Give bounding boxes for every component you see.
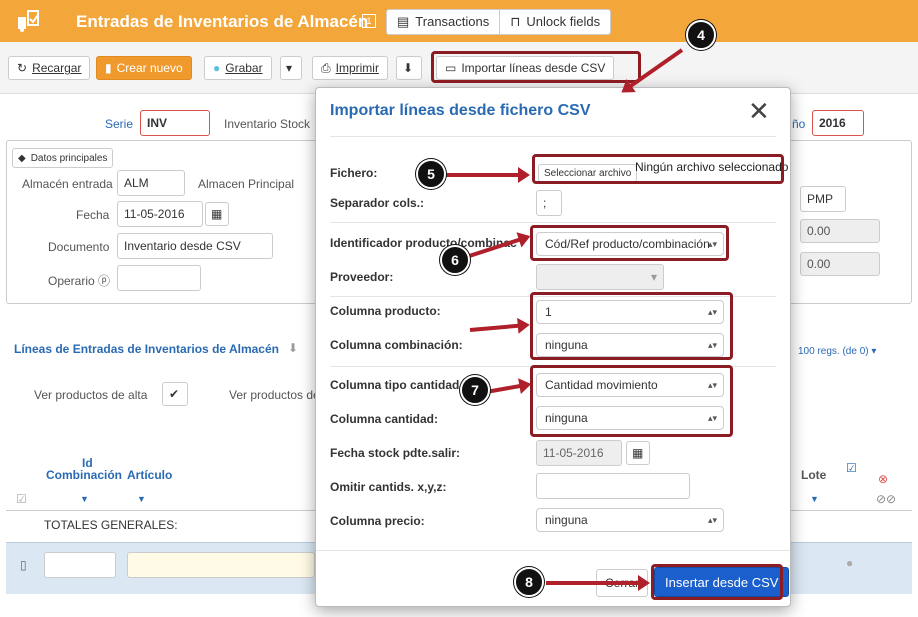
serie-select[interactable]: INV [140,110,210,136]
operario-select[interactable] [117,265,201,291]
highlight-insertar [651,564,783,600]
col-lote: Lote [801,468,827,482]
almacen-name: Almacen Principal [198,177,295,191]
proveedor-select[interactable]: ▾ [536,264,664,290]
columna-tipo-label: Columna tipo cantidad: [330,378,464,392]
pmp-select[interactable]: PMP [800,186,846,212]
omitir-field[interactable] [536,473,690,499]
close-icon[interactable]: ✕ [748,96,770,127]
header-tabs: ▤ Transactions ⊓ Unlock fields [386,9,612,35]
print-icon: ⎙ [321,60,331,75]
step-badge-8: 8 [514,567,544,597]
omitir-label: Omitir cantids. x,y,z: [330,480,447,494]
save-icon: ● [213,61,221,75]
delete-icon[interactable]: ⊗ [878,472,888,486]
save-dropdown-button[interactable]: ▾ [280,56,302,80]
step-badge-7: 7 [460,375,490,405]
operario-label: Operario ⓟ [48,274,111,288]
columna-producto-label: Columna producto: [330,304,441,318]
new-button[interactable]: ▮ Crear nuevo [96,56,192,80]
add-row-icon[interactable]: ● [846,556,853,570]
fecha-stock-label: Fecha stock pdte.salir: [330,446,461,460]
col-combinacion[interactable]: Combinación [46,468,122,482]
new-comb-select[interactable] [44,552,116,578]
sort-lote-icon[interactable]: ▼ [810,494,819,504]
highlight-quantity [530,365,733,437]
lines-toggle-icon[interactable]: ⬇ [288,341,298,355]
select-all-checkbox[interactable]: ☑ [846,461,857,475]
arrow-5 [444,167,530,183]
regs-selector[interactable]: 100 regs. (de 0) ▾ [798,346,876,357]
ver-de-label: Ver productos de [229,388,320,402]
separador-label: Separador cols.: [330,196,425,210]
title-badge[interactable]: 1 [362,14,376,28]
print-button[interactable]: ⎙ Imprimir [312,56,388,80]
fecha-stock-field[interactable]: 11-05-2016 [536,440,622,466]
tab-unlock-fields[interactable]: ⊓ Unlock fields [499,10,610,34]
help-icon: ⓟ [98,274,111,288]
col-articulo[interactable]: Artículo [127,468,172,482]
check-icon: ✔ [169,387,180,401]
datos-principales-button[interactable]: ◆ Datos principales [12,148,114,168]
precio-label: Columna precio: [330,514,425,528]
step-badge-5: 5 [416,159,446,189]
dialog-title: Importar líneas desde fichero CSV [330,102,591,119]
chevron-down-icon: ▾ [286,61,293,75]
ver-alta-label: Ver productos de alta [34,388,148,402]
new-doc-icon: ▯ [20,558,27,572]
new-articulo-select[interactable] [127,552,315,578]
highlight-import-button [431,51,641,83]
columna-cantidad-label: Columna cantidad: [330,412,439,426]
columna-combinacion-label: Columna combinación: [330,338,463,352]
highlight-file [532,154,784,184]
anio-field[interactable]: 2016 [812,110,864,136]
lines-title: Líneas de Entradas de Inventarios de Alm… [14,342,279,356]
calendar-button[interactable]: ▦ [626,441,650,465]
calendar-icon: ▦ [632,446,644,460]
arrow-down-circle-icon: ⬇ [403,61,414,75]
calendar-button[interactable]: ▦ [205,202,229,226]
tab-transactions[interactable]: ▤ Transactions [387,10,499,34]
almacen-select[interactable]: ALM [117,170,185,196]
step-badge-6: 6 [440,245,470,275]
page-title: Entradas de Inventarios de Almacén [76,12,369,31]
documento-field[interactable]: Inventario desde CSV [117,233,273,259]
select-arrows-icon: ▴▾ [707,515,717,525]
serie-label: Serie [105,117,134,131]
fecha-field[interactable]: 11-05-2016 [117,201,203,227]
list-icon: ▤ [397,14,410,29]
refresh-icon: ↻ [17,61,28,75]
forklift-icon [18,10,39,32]
sort-comb-icon[interactable]: ▼ [80,494,89,504]
unlock-icon: ⊓ [510,14,521,29]
fecha-label: Fecha [76,208,110,222]
fichero-label: Fichero: [330,166,378,180]
reload-button[interactable]: ↻ Recargar [8,56,91,80]
ver-alta-checkbox[interactable]: ✔ [162,382,188,406]
calendar-icon: ▦ [211,207,223,221]
link-icons[interactable]: ⊘⊘ [876,492,896,506]
documento-label: Documento [48,240,110,254]
totales-label: TOTALES GENERALES: [44,518,178,532]
more-button[interactable]: ⬇ [396,56,422,80]
step-badge-4: 4 [686,20,716,50]
inventario-label: Inventario Stock [224,117,311,131]
precio-select[interactable]: ninguna ▴▾ [536,508,724,532]
highlight-columns [530,292,733,360]
highlight-identificador [530,225,729,261]
sort-art-icon[interactable]: ▼ [137,494,146,504]
arrow-8 [546,575,650,591]
almacen-label: Almacén entrada [22,177,113,191]
proveedor-label: Proveedor: [330,270,394,284]
chevron-icon: ◆ [18,152,26,164]
row-checkbox[interactable]: ☑ [16,492,27,506]
separador-field[interactable]: ; [536,190,562,216]
value-field-2: 0.00 [800,252,880,276]
save-button[interactable]: ● Grabar [204,56,272,80]
value-field-1: 0.00 [800,219,880,243]
anio-label: ño [792,117,806,131]
new-file-icon: ▮ [105,61,112,75]
